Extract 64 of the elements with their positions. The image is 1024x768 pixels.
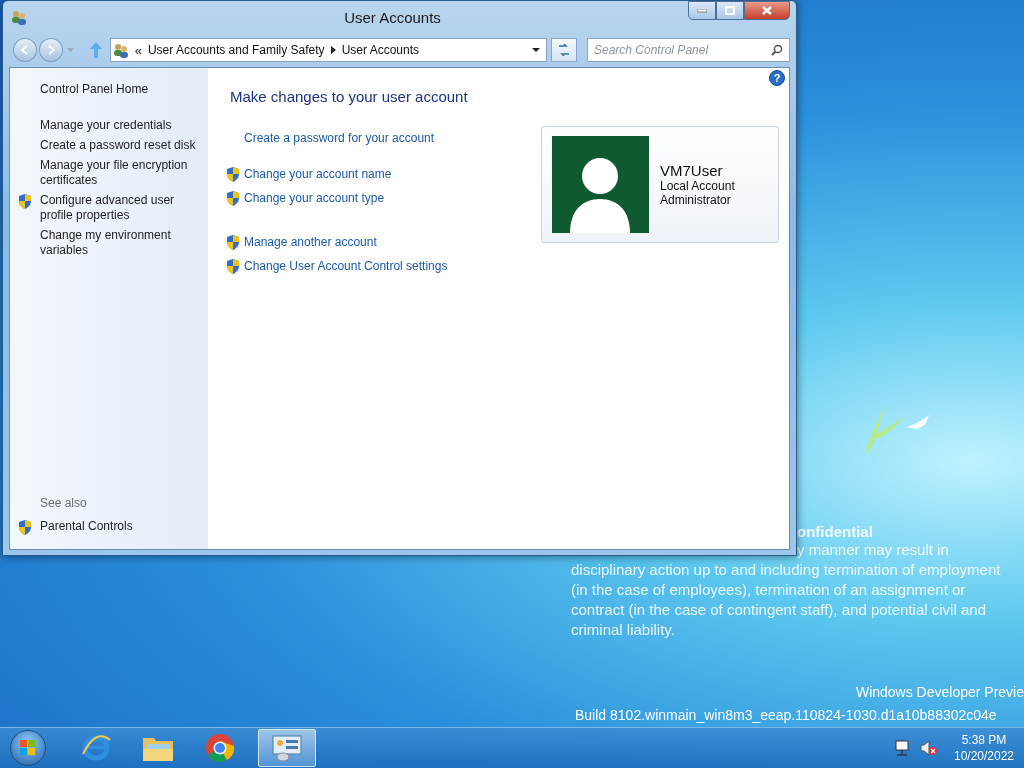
separator-arrow-icon[interactable] bbox=[330, 46, 336, 54]
account-task-link[interactable]: Manage another account bbox=[244, 235, 377, 249]
refresh-button[interactable] bbox=[551, 38, 577, 62]
task-link[interactable]: Manage your credentials bbox=[40, 118, 200, 133]
shield-icon bbox=[18, 194, 32, 209]
page-heading: Make changes to your user account bbox=[230, 88, 468, 105]
clock-date[interactable]: 10/20/2022 bbox=[953, 748, 1015, 764]
parental-controls-link[interactable]: Parental Controls bbox=[40, 519, 200, 534]
breadcrumb[interactable]: User Accounts and Family Safety bbox=[147, 43, 325, 57]
window-title: User Accounts bbox=[343, 8, 442, 26]
shield-icon bbox=[18, 520, 32, 535]
shield-icon bbox=[226, 191, 240, 206]
build-text: Build 8102.winmain_win8m3_eeap.110824-1030.d1a10b88302c04e bbox=[575, 707, 997, 723]
speaker-muted-icon[interactable] bbox=[920, 740, 938, 756]
control-panel-home-link[interactable]: Control Panel Home bbox=[10, 82, 208, 96]
account-task-link[interactable]: Change your account name bbox=[244, 167, 392, 181]
network-icon[interactable] bbox=[894, 740, 910, 756]
maximize-icon bbox=[725, 6, 735, 15]
users-icon bbox=[112, 42, 129, 58]
maximize-button[interactable] bbox=[716, 1, 744, 20]
notice-text: contract (in the case of contingent staff), and potential civil and bbox=[571, 600, 987, 620]
shield-icon bbox=[226, 235, 240, 250]
account-task-link[interactable]: Change User Account Control settings bbox=[244, 259, 448, 273]
task-link[interactable]: Manage your file encryption certificates bbox=[40, 158, 200, 188]
account-task-link[interactable]: Change your account type bbox=[244, 191, 385, 205]
task-link[interactable]: Configure advanced user profile properties bbox=[40, 193, 200, 223]
notice-text: (in the case of employees), termination of an assignment or bbox=[571, 580, 967, 600]
user-avatar-icon bbox=[552, 136, 649, 233]
notice-text: criminal liability. bbox=[571, 620, 676, 640]
notice-text: y manner may result in bbox=[796, 540, 950, 560]
overflow-chevron[interactable]: « bbox=[134, 42, 142, 58]
chrome-icon bbox=[205, 733, 235, 763]
shield-icon bbox=[226, 259, 240, 274]
dropdown-caret-icon[interactable] bbox=[532, 48, 541, 52]
close-icon bbox=[762, 6, 772, 15]
account-role: Administrator bbox=[660, 193, 732, 207]
edition-text: Windows Developer Previe bbox=[855, 684, 1024, 700]
notice-text: onfidential bbox=[796, 524, 874, 540]
minimize-icon bbox=[697, 8, 707, 13]
search-field[interactable]: Search Control Panel bbox=[587, 38, 790, 62]
address-bar[interactable]: « User Accounts and Family Safety User Accounts bbox=[109, 38, 548, 62]
start-button[interactable] bbox=[10, 730, 46, 766]
account-type: Local Account bbox=[660, 179, 735, 193]
task-link[interactable]: Change my environment variables bbox=[40, 228, 200, 258]
windows-logo-icon bbox=[20, 740, 36, 756]
notice-text: disciplinary action up to and including termination of employment bbox=[571, 560, 1001, 580]
taskbar-app-button[interactable] bbox=[258, 729, 316, 767]
breadcrumb[interactable]: User Accounts bbox=[341, 43, 419, 57]
minimize-button[interactable] bbox=[688, 1, 716, 20]
forward-button[interactable] bbox=[38, 38, 63, 62]
help-button[interactable]: ? bbox=[769, 70, 785, 86]
search-icon bbox=[771, 44, 783, 56]
back-button[interactable] bbox=[13, 38, 37, 62]
shield-icon bbox=[226, 167, 240, 182]
users-icon bbox=[11, 9, 27, 25]
control-panel-icon bbox=[272, 734, 302, 762]
refresh-icon bbox=[557, 44, 572, 56]
task-link[interactable]: Create a password reset disk bbox=[40, 138, 200, 153]
clock-time[interactable]: 5:38 PM bbox=[961, 732, 1007, 748]
account-task-link[interactable]: Create a password for your account bbox=[244, 131, 435, 145]
account-name: VM7User bbox=[660, 162, 724, 179]
close-button[interactable] bbox=[744, 1, 790, 20]
see-also-heading: See also bbox=[39, 496, 88, 510]
browser-e-icon bbox=[81, 734, 111, 762]
